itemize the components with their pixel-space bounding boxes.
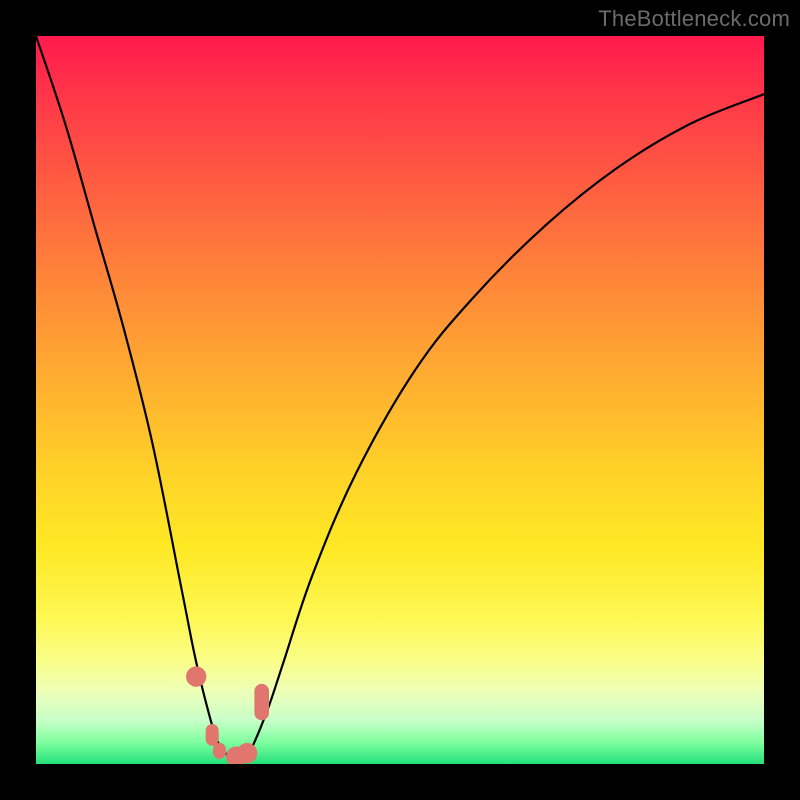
plot-area xyxy=(36,36,764,764)
bottleneck-curve xyxy=(36,36,764,757)
watermark-text: TheBottleneck.com xyxy=(598,6,790,32)
curve-marker xyxy=(237,743,257,763)
chart-svg xyxy=(36,36,764,764)
curve-markers xyxy=(186,666,269,764)
curve-marker xyxy=(254,684,269,720)
curve-marker xyxy=(213,743,226,759)
chart-frame: TheBottleneck.com xyxy=(0,0,800,800)
curve-marker xyxy=(206,724,219,746)
curve-marker xyxy=(186,666,206,686)
